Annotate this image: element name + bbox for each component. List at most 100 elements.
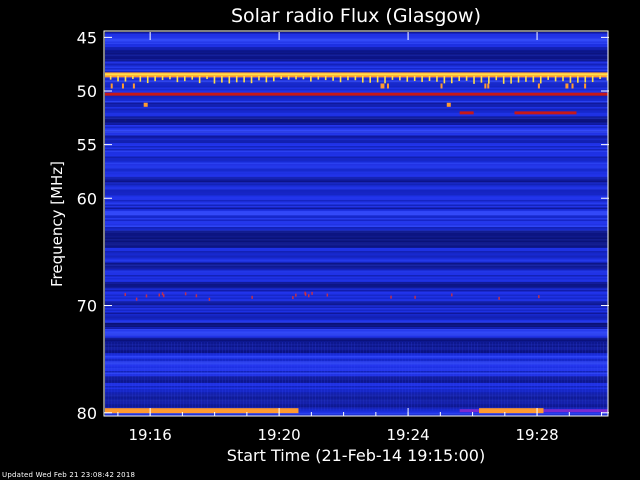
interference-spike <box>176 75 179 83</box>
noise-column <box>372 341 373 411</box>
spectrum-streak <box>105 71 608 73</box>
spectrum-streak <box>105 153 608 155</box>
noise-column <box>321 341 322 411</box>
interference-line-80mhz <box>543 409 608 413</box>
interference-spike <box>443 75 446 84</box>
noise-column <box>450 341 451 411</box>
spectrum-streak <box>105 189 608 191</box>
interference-spike <box>571 83 574 89</box>
noise-column <box>270 341 271 411</box>
noise-column <box>204 341 205 411</box>
speckle <box>251 295 253 299</box>
spectrum-streak <box>105 293 608 295</box>
noise-column <box>261 341 262 411</box>
noise-column <box>177 341 178 411</box>
noise-column <box>183 341 184 411</box>
speckle <box>538 295 540 299</box>
spectrum-streak <box>105 186 608 188</box>
interference-spike <box>495 75 498 81</box>
interference-spike <box>577 75 579 83</box>
noise-column <box>522 341 523 411</box>
red-segment <box>514 111 577 115</box>
noise-column <box>153 341 154 411</box>
spectrum-streak <box>105 147 608 149</box>
spectrum-streak <box>105 101 608 103</box>
speckle <box>135 297 138 301</box>
dark-band <box>105 230 608 248</box>
spectrum-streak <box>105 185 608 187</box>
spectrum-streak <box>105 413 608 415</box>
interference-spike <box>272 75 275 82</box>
interference-spike <box>537 83 540 89</box>
noise-column <box>195 341 196 411</box>
noise-column <box>507 341 508 411</box>
dark-band <box>105 262 608 270</box>
spectrum-streak <box>105 201 608 203</box>
spectrum-streak <box>105 84 608 86</box>
interference-spike <box>539 75 542 84</box>
spectrum-streak <box>105 311 608 313</box>
noise-column <box>264 341 265 411</box>
spectrum-streak <box>105 194 608 196</box>
spectrum-streak <box>105 272 608 274</box>
noise-column <box>423 341 424 411</box>
spectrum-streak <box>105 203 608 205</box>
spectrum-streak <box>105 291 608 293</box>
interference-spike <box>324 75 327 81</box>
noise-column <box>327 341 328 411</box>
spectrum-streak <box>105 137 608 139</box>
interference-spike <box>369 75 371 83</box>
noise-column <box>564 341 565 411</box>
spectrum-streak <box>105 195 608 197</box>
noise-column <box>114 341 115 411</box>
spectrum-streak <box>105 279 608 281</box>
noise-column <box>339 341 340 411</box>
spectrum-streak <box>105 183 608 185</box>
interference-spike <box>399 75 401 81</box>
spectrum-streak <box>105 134 608 136</box>
noise-column <box>603 341 604 411</box>
noise-column <box>498 341 499 411</box>
spectrum-streak <box>105 222 608 224</box>
noise-column <box>597 341 598 411</box>
y-axis-label: Frequency [MHz] <box>48 161 66 287</box>
noise-column <box>552 341 553 411</box>
spectrum-streak <box>105 309 608 311</box>
spectrum-streak <box>105 270 608 272</box>
spectrum-streak <box>105 158 608 160</box>
spectrum-streak <box>105 167 608 169</box>
spectrum-streak <box>105 191 608 193</box>
noise-column <box>384 341 385 411</box>
noise-column <box>333 341 334 411</box>
interference-spike <box>221 75 223 83</box>
noise-column <box>606 341 607 411</box>
speckle <box>414 295 416 299</box>
noise-column <box>528 341 529 411</box>
dark-band <box>105 50 608 61</box>
noise-column <box>258 341 259 411</box>
noise-column <box>141 341 142 411</box>
noise-column <box>558 341 559 411</box>
interference-spike <box>235 75 238 83</box>
noise-column <box>357 341 358 411</box>
spectrum-streak <box>105 90 608 92</box>
noise-column <box>579 341 580 411</box>
bright-band <box>105 211 608 216</box>
spectrum-streak <box>105 258 608 260</box>
noise-column <box>306 341 307 411</box>
noise-column <box>555 341 556 411</box>
interference-spike <box>191 75 194 80</box>
noise-column <box>144 341 145 411</box>
spectrum-streak <box>105 192 608 194</box>
spectrum-streak <box>105 219 608 221</box>
spectrum-streak <box>105 170 608 172</box>
noise-column <box>162 341 163 411</box>
interference-spike <box>384 75 386 84</box>
noise-column <box>432 341 433 411</box>
spectrum-streak <box>105 156 608 158</box>
noise-column <box>483 341 484 411</box>
interference-spike <box>132 83 135 89</box>
spectrum-streak <box>105 209 608 211</box>
noise-column <box>249 341 250 411</box>
interference-spike <box>488 75 490 84</box>
